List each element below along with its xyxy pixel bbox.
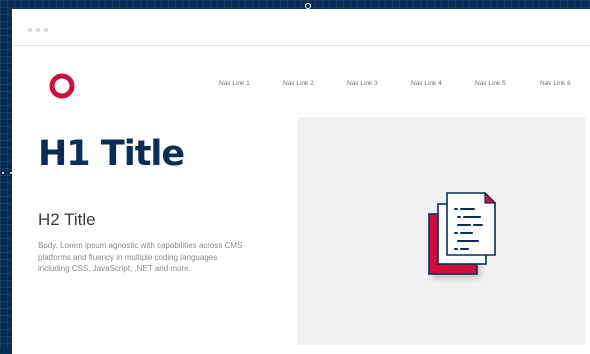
nav-link-4[interactable]: Nav Link 4 [411, 80, 442, 87]
nav-link-5[interactable]: Nav Link 5 [475, 80, 506, 87]
browser-chrome [12, 9, 590, 46]
nav-link-3[interactable]: Nav Link 3 [347, 80, 378, 87]
page-subtitle: H2 Title [38, 210, 96, 229]
main-nav: Nav Link 1 Nav Link 2 Nav Link 3 Nav Lin… [12, 80, 590, 92]
page-title: H1 Title [38, 134, 185, 174]
nav-link-2[interactable]: Nav Link 2 [283, 80, 314, 87]
nav-link-1[interactable]: Nav Link 1 [219, 80, 250, 87]
blueprint-marker-left [2, 172, 12, 176]
documents-icon [428, 191, 497, 275]
window-dot-2 [36, 28, 40, 32]
nav-link-6[interactable]: Nav Link 6 [540, 80, 571, 87]
window-dot-3 [44, 28, 48, 32]
window-dot-1 [28, 28, 32, 32]
body-text: Body. Lorem ipsum agnostic with capabili… [38, 241, 243, 273]
